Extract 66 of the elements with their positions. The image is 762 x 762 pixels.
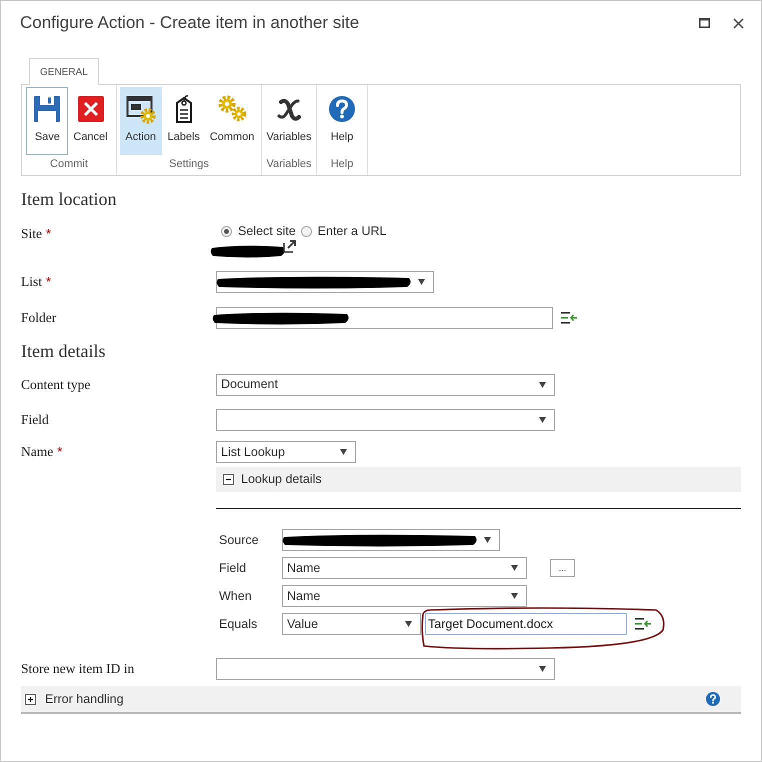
caret-icon — [405, 621, 412, 627]
required-mark: * — [46, 274, 52, 289]
required-mark: * — [57, 444, 62, 459]
field-label: Source — [219, 532, 260, 549]
ribbon-button[interactable]: Help — [321, 87, 363, 155]
list-dropdown[interactable] — [216, 271, 434, 293]
lookup-details-toggle[interactable]: Lookup details — [216, 467, 741, 492]
field-label: Field — [21, 412, 49, 426]
ribbon-button[interactable]: Cancel — [69, 87, 112, 155]
dropdown[interactable]: Name — [282, 557, 527, 579]
field-label: Name — [21, 444, 54, 459]
section-heading: Item location — [21, 188, 116, 210]
dropdown[interactable]: Value — [282, 613, 421, 635]
ellipsis-button[interactable]: ... — [550, 559, 575, 577]
radio-button[interactable] — [221, 226, 232, 237]
dropdown[interactable]: Document — [216, 374, 555, 396]
caret-icon — [484, 537, 491, 543]
field-label: Site — [21, 226, 42, 241]
caret-icon — [539, 666, 546, 672]
caret-icon — [511, 565, 518, 571]
section-heading: Item details — [21, 340, 106, 362]
ribbon-button[interactable]: Action — [120, 87, 162, 155]
insert-reference-icon — [561, 312, 578, 324]
ribbon-button[interactable]: Save — [26, 87, 68, 155]
window-title: Configure Action - Create item in another site — [20, 12, 360, 34]
field-label: List — [21, 274, 42, 289]
close-button[interactable] — [731, 16, 745, 30]
field-label: Field — [219, 560, 248, 577]
group-label: Commit — [50, 156, 88, 172]
error-handling-toggle[interactable]: Error handling — [21, 686, 741, 714]
ribbon-button[interactable]: Common — [206, 87, 258, 155]
group-label: Help — [330, 156, 354, 172]
field-label: When — [219, 588, 253, 605]
insert-reference-icon — [635, 618, 652, 630]
collapse-icon — [223, 474, 234, 485]
expand-icon — [25, 694, 36, 704]
caret-icon — [539, 382, 546, 388]
caret-icon — [539, 416, 546, 422]
field-label: Store new item ID in — [21, 661, 134, 676]
radio-button[interactable] — [300, 226, 312, 237]
radio-option[interactable]: Select site — [221, 222, 296, 241]
caret-icon — [511, 593, 518, 599]
dropdown[interactable]: List Lookup — [216, 441, 356, 463]
gears-icon — [217, 94, 247, 124]
help-icon — [706, 692, 720, 706]
field-label: Content type — [21, 376, 90, 392]
close-icon — [732, 18, 744, 28]
caret-icon — [418, 279, 425, 285]
maximize-icon — [698, 18, 710, 28]
external-link-icon — [283, 240, 296, 254]
ribbon-tab[interactable]: GENERAL — [29, 58, 99, 85]
dropdown[interactable]: Name — [282, 585, 527, 607]
dropdown[interactable] — [282, 529, 500, 551]
required-mark: * — [46, 226, 52, 241]
value-input[interactable]: Target Document.docx — [425, 613, 627, 635]
cancel-icon — [76, 94, 106, 124]
field-label: Equals — [219, 616, 258, 633]
group-label: Settings — [169, 156, 209, 172]
group-label: Variables — [266, 156, 312, 172]
radio-option[interactable]: Enter a URL — [300, 222, 386, 241]
ribbon-button[interactable]: Labels — [162, 87, 205, 155]
field-label: Folder — [21, 310, 56, 325]
caret-icon — [340, 449, 347, 455]
window-gear-icon — [126, 94, 156, 124]
help-icon — [327, 94, 357, 124]
ribbon-button[interactable]: Variables — [262, 87, 316, 155]
